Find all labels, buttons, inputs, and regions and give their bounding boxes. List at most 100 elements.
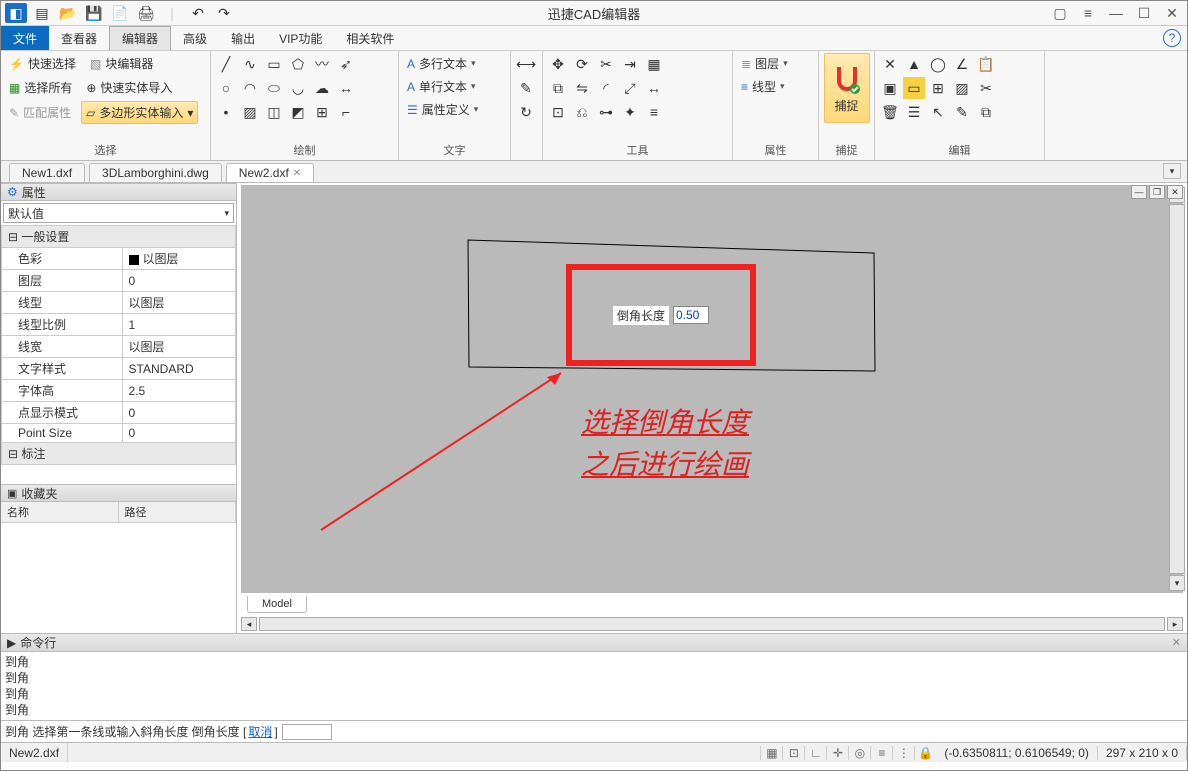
point-icon[interactable]: •	[215, 101, 237, 123]
horizontal-scrollbar[interactable]: ◂ ▸	[237, 615, 1187, 633]
dim-update-icon[interactable]: ↻	[515, 101, 537, 123]
inbox-icon[interactable]: ▢	[1049, 3, 1071, 23]
scroll-right-icon[interactable]: ▸	[1167, 617, 1183, 631]
polyline-icon[interactable]: ∿	[239, 53, 261, 75]
break-icon[interactable]: ⎌	[571, 101, 593, 123]
maximize-button[interactable]: ☐	[1133, 3, 1155, 23]
close-icon[interactable]: ✕	[1172, 636, 1181, 649]
offset-icon[interactable]: ⊡	[547, 101, 569, 123]
hatch-icon[interactable]: ▨	[239, 101, 261, 123]
status-lineweight-icon[interactable]: ≡	[870, 746, 892, 760]
polygon-icon[interactable]: ⬠	[287, 53, 309, 75]
menu-vip[interactable]: VIP功能	[267, 26, 334, 50]
menu-output[interactable]: 输出	[219, 26, 267, 50]
match-prop-button[interactable]: ✎匹配属性	[5, 101, 75, 124]
block-editor-button[interactable]: ▧块编辑器	[86, 53, 157, 74]
dim-linear-icon[interactable]: ⟷	[515, 53, 537, 75]
explode-icon[interactable]: ✦	[619, 101, 641, 123]
select-all-button[interactable]: ▦选择所有	[5, 77, 76, 98]
default-value-combo[interactable]: 默认值▾	[3, 203, 234, 223]
model-tab[interactable]: Model	[247, 596, 307, 613]
mdi-restore-icon[interactable]: ❐	[1149, 185, 1165, 199]
quick-import-button[interactable]: ⊕快速实体导入	[82, 77, 176, 98]
stretch-icon[interactable]: ↔	[643, 77, 665, 99]
status-polar-icon[interactable]: ✛	[826, 746, 848, 760]
command-value-input[interactable]	[282, 724, 332, 740]
menu-icon[interactable]: ≡	[1077, 3, 1099, 23]
attdef-button[interactable]: ☰属性定义▾	[403, 99, 482, 120]
line-icon[interactable]: ╱	[215, 53, 237, 75]
status-dots-icon[interactable]: ⋮	[892, 746, 914, 760]
layer-button[interactable]: ≣图层▾	[737, 53, 792, 74]
arc-icon[interactable]: ◠	[239, 77, 261, 99]
circle-icon[interactable]: ○	[215, 77, 237, 99]
draworder-icon[interactable]: ▲	[903, 53, 925, 75]
drawing-canvas[interactable]: 倒角长度 选择倒角长度之后进行绘画 ▴ ▾	[241, 185, 1183, 593]
close-button[interactable]: ✕	[1161, 3, 1183, 23]
quick-select-button[interactable]: ⚡快速选择	[5, 53, 80, 74]
dim-style-icon[interactable]: ✎	[515, 77, 537, 99]
fill-yellow-icon[interactable]: ▭	[903, 77, 925, 99]
edit-text-icon[interactable]: ✎	[951, 101, 973, 123]
doc-tab-2[interactable]: 3DLamborghini.dwg	[89, 163, 222, 182]
edit-hatch-icon[interactable]: ▨	[951, 77, 973, 99]
scroll-down-icon[interactable]: ▾	[1169, 575, 1185, 591]
region-icon[interactable]: ◫	[263, 101, 285, 123]
redo-icon[interactable]: ↷	[213, 3, 235, 23]
erase-icon[interactable]: ✕	[879, 53, 901, 75]
cancel-link[interactable]: 取消	[248, 723, 272, 740]
favorites-header[interactable]: ▣ 收藏夹	[1, 484, 236, 502]
prop-val[interactable]: 0	[122, 270, 235, 292]
menu-editor[interactable]: 编辑器	[109, 26, 171, 50]
doc-tab-3[interactable]: New2.dxf✕	[226, 163, 314, 182]
spline-icon[interactable]: 〰	[311, 53, 333, 75]
minimize-button[interactable]: —	[1105, 3, 1127, 23]
revision-cloud-icon[interactable]: ☁	[311, 77, 333, 99]
block-icon[interactable]: ◩	[287, 101, 309, 123]
ellipse-icon[interactable]: ⬭	[263, 77, 285, 99]
scale-icon[interactable]: ⤢	[619, 77, 641, 99]
status-grid-icon[interactable]: ▦	[760, 746, 782, 760]
paste-icon[interactable]: 📋	[975, 53, 997, 75]
mtext-button[interactable]: A多行文本▾	[403, 53, 480, 74]
undo-icon[interactable]: ↶	[187, 3, 209, 23]
insert-icon[interactable]: ⊞	[311, 101, 333, 123]
mdi-close-icon[interactable]: ✕	[1167, 185, 1183, 199]
chamfer-icon[interactable]: ⌐	[335, 101, 357, 123]
xline-icon[interactable]: ↔	[335, 77, 357, 99]
prop-val-color[interactable]: 以图层	[122, 248, 235, 270]
snap-button[interactable]: 捕捉	[824, 53, 870, 123]
mirror-icon[interactable]: ⇋	[571, 77, 593, 99]
print-icon[interactable]: 🖨	[135, 3, 157, 23]
join-icon[interactable]: ⊶	[595, 101, 617, 123]
open-icon[interactable]: 📂	[57, 3, 79, 23]
status-lock-icon[interactable]: 🔒	[914, 746, 936, 760]
trim-icon[interactable]: ✂	[595, 53, 617, 75]
menu-related[interactable]: 相关软件	[334, 26, 406, 50]
cut-icon[interactable]: ✂	[975, 77, 997, 99]
polygon-input-button[interactable]: ▱多边形实体输入▾	[81, 101, 198, 124]
stext-button[interactable]: A单行文本▾	[403, 76, 480, 97]
rect-icon[interactable]: ▭	[263, 53, 285, 75]
purge-icon[interactable]: 🗑	[879, 101, 901, 123]
status-osnap-icon[interactable]: ◎	[848, 746, 870, 760]
extend-icon[interactable]: ⇥	[619, 53, 641, 75]
copy-icon[interactable]: ⧉	[547, 77, 569, 99]
menu-advanced[interactable]: 高级	[171, 26, 219, 50]
menu-viewer[interactable]: 查看器	[49, 26, 109, 50]
move-icon[interactable]: ✥	[547, 53, 569, 75]
chamfer-length-input[interactable]	[673, 306, 709, 324]
save-icon[interactable]: 💾	[83, 3, 105, 23]
ellipse-arc-icon[interactable]: ◡	[287, 77, 309, 99]
doc-tab-1[interactable]: New1.dxf	[9, 163, 85, 182]
pick-icon[interactable]: ↖	[927, 101, 949, 123]
edit-poly-icon[interactable]: ∠	[951, 53, 973, 75]
command-input-row[interactable]: 到角 选择第一条线或输入斜角长度 倒角长度 [ 取消 ]	[1, 720, 1187, 742]
fillet-icon[interactable]: ◜	[595, 77, 617, 99]
align-icon[interactable]: ≡	[643, 101, 665, 123]
new-icon[interactable]: ▤	[31, 3, 53, 23]
tabs-menu-drop[interactable]: ▾	[1163, 163, 1181, 179]
mdi-min-icon[interactable]: —	[1131, 185, 1147, 199]
scroll-left-icon[interactable]: ◂	[241, 617, 257, 631]
pdf-icon[interactable]: 📄	[109, 3, 131, 23]
